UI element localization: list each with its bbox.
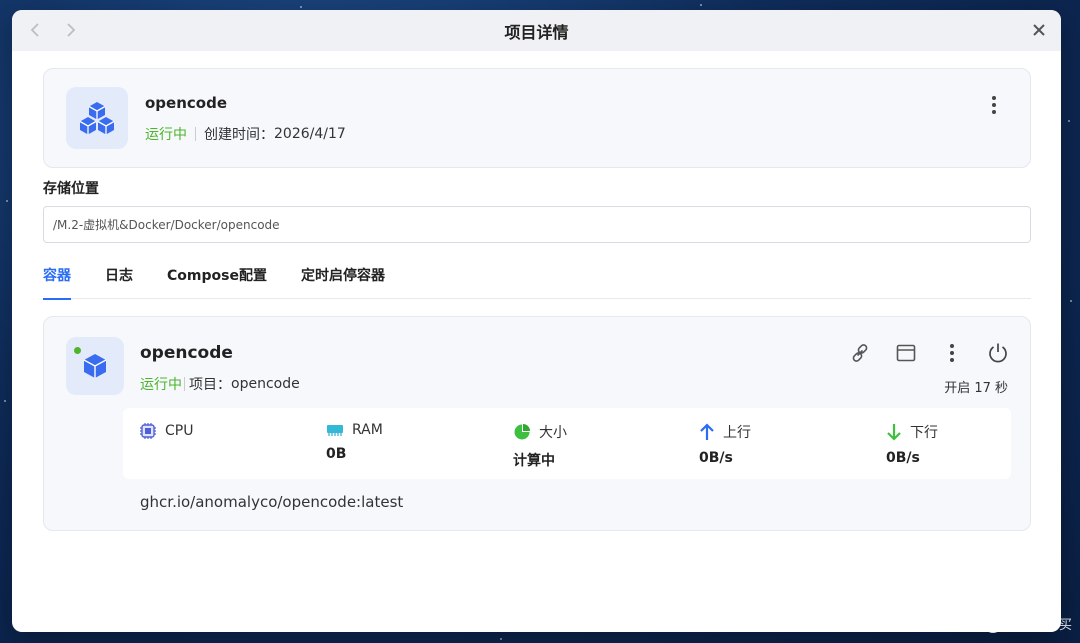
arrow-up-icon xyxy=(700,423,714,440)
project-logo xyxy=(66,87,128,149)
arrow-down-icon xyxy=(887,424,901,441)
stat-cpu: CPU xyxy=(139,422,193,448)
back-button[interactable] xyxy=(24,18,46,42)
close-button[interactable] xyxy=(1027,18,1051,42)
pie-chart-icon xyxy=(514,424,530,440)
stat-download: 下行 0B/s xyxy=(886,422,938,466)
ram-icon xyxy=(327,425,343,436)
stat-size-label: 大小 xyxy=(539,425,567,441)
project-card: opencode 运行中 创建时间： 2026/4/17 xyxy=(43,68,1031,168)
more-vertical-icon xyxy=(992,96,996,114)
window-title: 项目详情 xyxy=(504,22,569,42)
stat-ram-value: 0B xyxy=(326,446,347,462)
divider xyxy=(195,127,196,141)
forward-button[interactable] xyxy=(60,18,82,42)
tab-compose-config[interactable]: Compose配置 xyxy=(167,263,267,299)
close-icon xyxy=(1033,24,1045,36)
chevron-left-icon xyxy=(30,23,39,37)
storage-path-value: /M.2-虚拟机&Docker/Docker/opencode xyxy=(53,218,280,232)
stat-ram: RAM 0B xyxy=(326,422,383,462)
stat-upload-value: 0B/s xyxy=(699,450,733,466)
running-indicator xyxy=(74,347,81,354)
container-actions xyxy=(848,341,1010,365)
project-meta: 运行中 创建时间： 2026/4/17 xyxy=(145,124,346,144)
tab-scheduled-start-stop[interactable]: 定时启停容器 xyxy=(301,263,385,299)
watermark-badge: 值 xyxy=(983,614,1002,633)
stat-upload-label: 上行 xyxy=(723,425,751,441)
stat-upload: 上行 0B/s xyxy=(699,422,751,466)
link-button[interactable] xyxy=(848,341,872,365)
storage-label: 存储位置 xyxy=(43,181,99,197)
project-detail-window: 项目详情 opencode 运行中 创建时间： 2026/4/17 存储位置 /… xyxy=(12,10,1061,632)
link-icon xyxy=(852,344,868,362)
stat-download-value: 0B/s xyxy=(886,450,920,466)
container-image: ghcr.io/anomalyco/opencode:latest xyxy=(140,493,404,511)
more-vertical-icon xyxy=(950,344,954,362)
container-card: opencode 运行中 项目： opencode 开启 17 秒 CPU RA… xyxy=(43,316,1031,531)
container-meta: 运行中 项目： opencode xyxy=(140,374,300,394)
project-name: opencode xyxy=(145,94,228,112)
container-logo xyxy=(66,337,124,395)
cpu-icon xyxy=(140,423,156,439)
created-value: 2026/4/17 xyxy=(274,126,346,142)
project-more-button[interactable] xyxy=(982,93,1006,117)
watermark-text: 什么值得买 xyxy=(1006,618,1072,633)
open-window-button[interactable] xyxy=(894,341,918,365)
tab-bar: 容器 日志 Compose配置 定时启停容器 xyxy=(43,263,1031,300)
chevron-right-icon xyxy=(67,23,76,37)
stat-size-value: 计算中 xyxy=(513,453,555,469)
cube-icon xyxy=(83,354,107,378)
created-label: 创建时间： xyxy=(204,127,274,143)
stat-ram-label: RAM xyxy=(352,422,383,438)
window-icon xyxy=(896,344,916,362)
container-name: opencode xyxy=(140,343,233,363)
container-more-button[interactable] xyxy=(940,341,964,365)
container-project-label: 项目： xyxy=(189,377,231,393)
storage-path-field[interactable]: /M.2-虚拟机&Docker/Docker/opencode xyxy=(43,206,1031,243)
resource-stats: CPU RAM 0B 大小 计算中 上行 0B/s 下行 0B/s xyxy=(123,408,1011,479)
container-project-value: opencode xyxy=(231,376,300,392)
project-status: 运行中 xyxy=(145,127,187,143)
container-status: 运行中 xyxy=(140,377,182,393)
uptime-text: 开启 17 秒 xyxy=(944,381,1008,396)
cubes-icon xyxy=(79,102,115,135)
stat-download-label: 下行 xyxy=(910,425,938,441)
power-icon xyxy=(989,343,1007,363)
stat-cpu-label: CPU xyxy=(165,423,194,439)
divider xyxy=(184,377,185,391)
stat-size: 大小 计算中 xyxy=(513,422,567,470)
tab-logs[interactable]: 日志 xyxy=(105,263,133,299)
watermark: 值 什么值得买 xyxy=(983,614,1072,633)
tab-containers[interactable]: 容器 xyxy=(43,263,71,300)
power-button[interactable] xyxy=(986,341,1010,365)
title-bar: 项目详情 xyxy=(12,10,1061,51)
